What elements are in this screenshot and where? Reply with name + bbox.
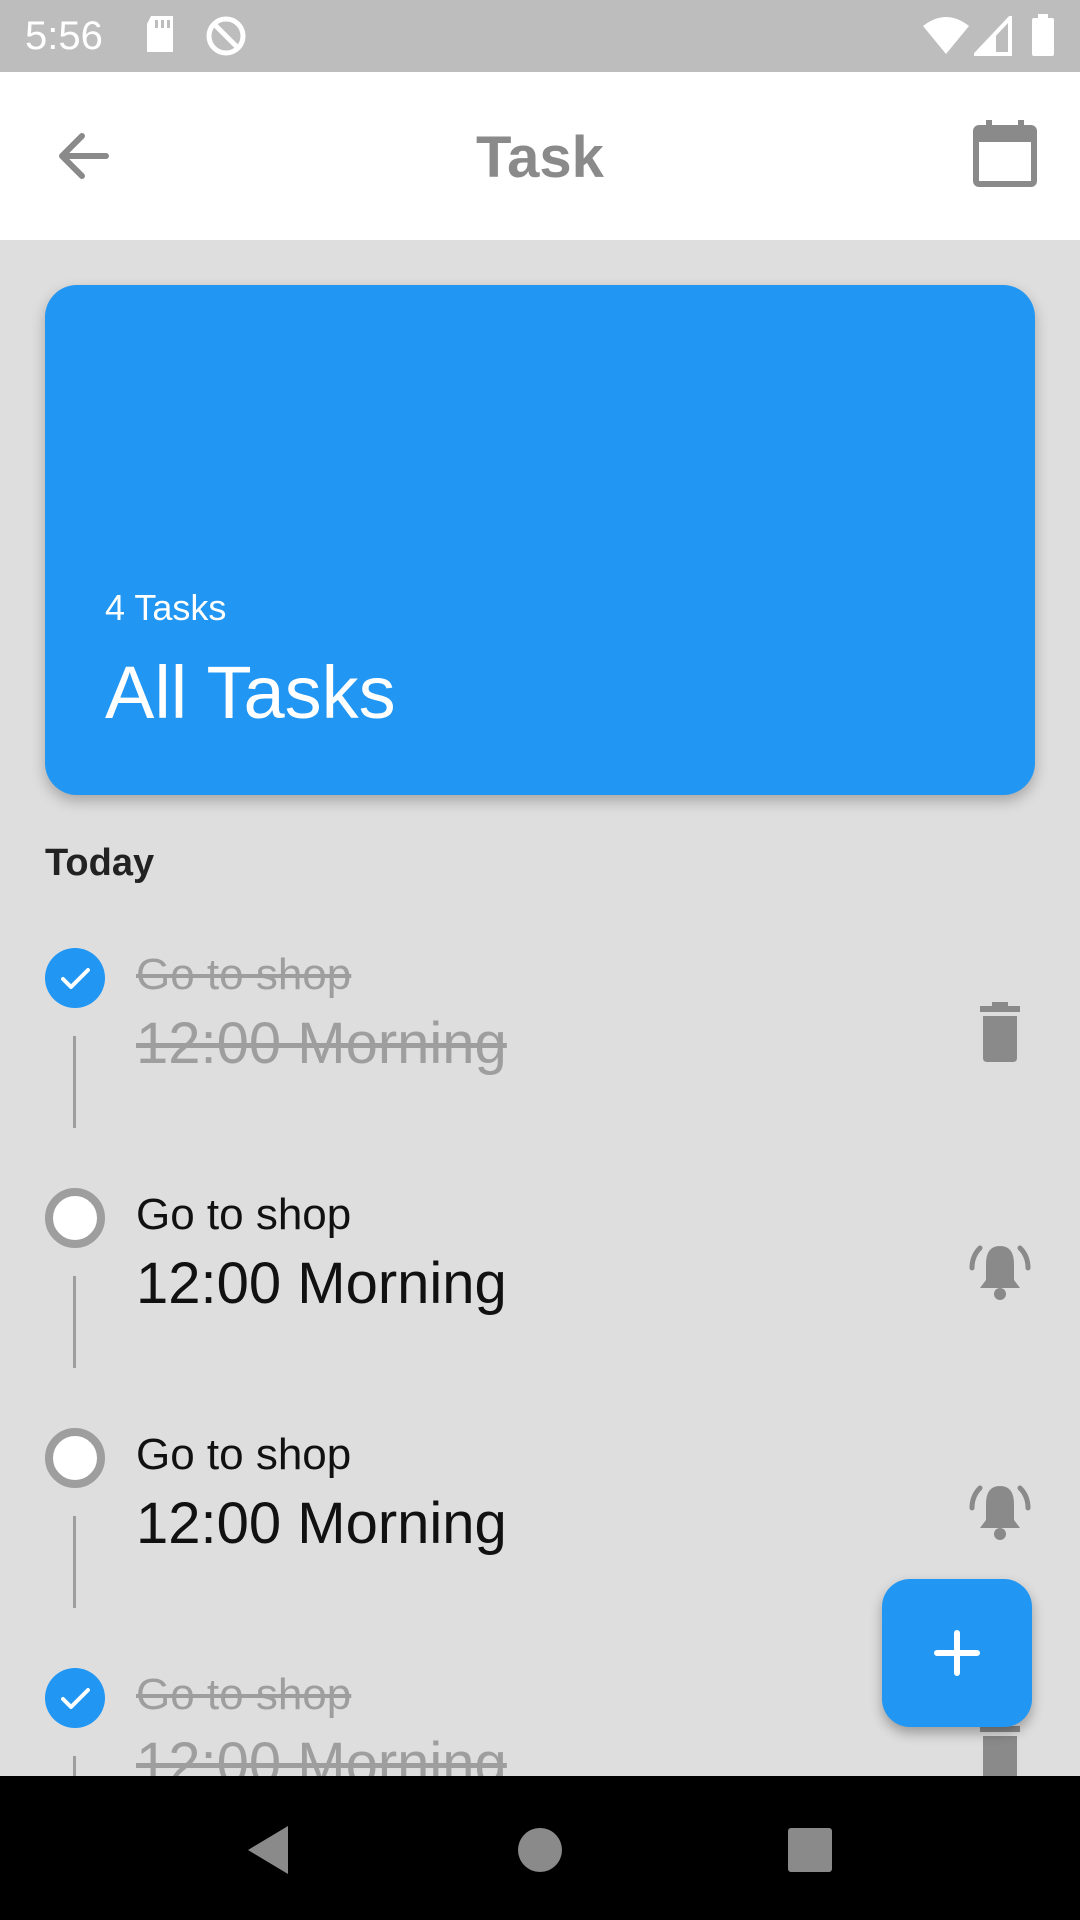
nav-recents-button[interactable]: [780, 1820, 840, 1880]
task-item[interactable]: Go to shop 12:00 Morning: [0, 948, 1080, 1188]
signal-icon: [974, 16, 1012, 56]
nav-home-button[interactable]: [510, 1820, 570, 1880]
check-icon: [61, 968, 90, 989]
task-name: Go to shop: [136, 950, 352, 999]
timeline-connector: [73, 1276, 76, 1368]
calendar-button[interactable]: [972, 120, 1040, 188]
no-sync-icon: [206, 16, 246, 56]
app-bar: Task: [0, 72, 1080, 240]
add-task-button[interactable]: [882, 1579, 1032, 1727]
timeline-connector: [73, 1516, 76, 1608]
delete-icon: [980, 1002, 1020, 1062]
task-name: Go to shop: [136, 1430, 352, 1479]
wifi-icon: [923, 17, 969, 54]
status-time: 5:56: [25, 14, 103, 58]
check-icon: [61, 1688, 90, 1709]
task-time: 12:00 Morning: [136, 1731, 507, 1776]
delete-icon: [980, 1722, 1020, 1776]
task-name: Go to shop: [136, 1190, 352, 1239]
delete-button[interactable]: [968, 1000, 1032, 1064]
calendar-icon: [973, 120, 1037, 187]
all-tasks-title: All Tasks: [105, 651, 396, 734]
task-name: Go to shop: [136, 1670, 352, 1719]
alarm-button[interactable]: [968, 1480, 1032, 1544]
task-time: 12:00 Morning: [136, 1491, 507, 1556]
task-checkbox-unchecked[interactable]: [45, 1188, 105, 1248]
alarm-button[interactable]: [968, 1240, 1032, 1304]
task-item[interactable]: Go to shop 12:00 Morning: [0, 1188, 1080, 1428]
battery-icon: [1032, 14, 1054, 56]
timeline-connector: [73, 1756, 76, 1776]
plus-icon: [934, 1630, 980, 1676]
task-time: 12:00 Morning: [136, 1011, 507, 1076]
task-time: 12:00 Morning: [136, 1251, 507, 1316]
nav-back-icon: [248, 1826, 288, 1874]
timeline-connector: [73, 1036, 76, 1128]
all-tasks-card[interactable]: 4 Tasks All Tasks: [45, 285, 1035, 795]
alarm-bell-icon: [969, 1245, 1031, 1300]
nav-back-button[interactable]: [240, 1820, 300, 1880]
status-bar: 5:56: [0, 0, 1080, 72]
page-title: Task: [476, 125, 604, 190]
sd-card-icon: [147, 16, 173, 52]
task-checkbox-unchecked[interactable]: [45, 1428, 105, 1488]
task-checkbox-checked[interactable]: [45, 948, 105, 1008]
delete-button[interactable]: [968, 1720, 1032, 1776]
task-checkbox-checked[interactable]: [45, 1668, 105, 1728]
alarm-bell-icon: [969, 1485, 1031, 1540]
system-nav-bar: [0, 1776, 1080, 1920]
nav-home-icon: [518, 1828, 562, 1872]
section-title-today: Today: [45, 842, 155, 884]
task-count-label: 4 Tasks: [105, 587, 227, 628]
nav-recents-icon: [788, 1828, 832, 1872]
